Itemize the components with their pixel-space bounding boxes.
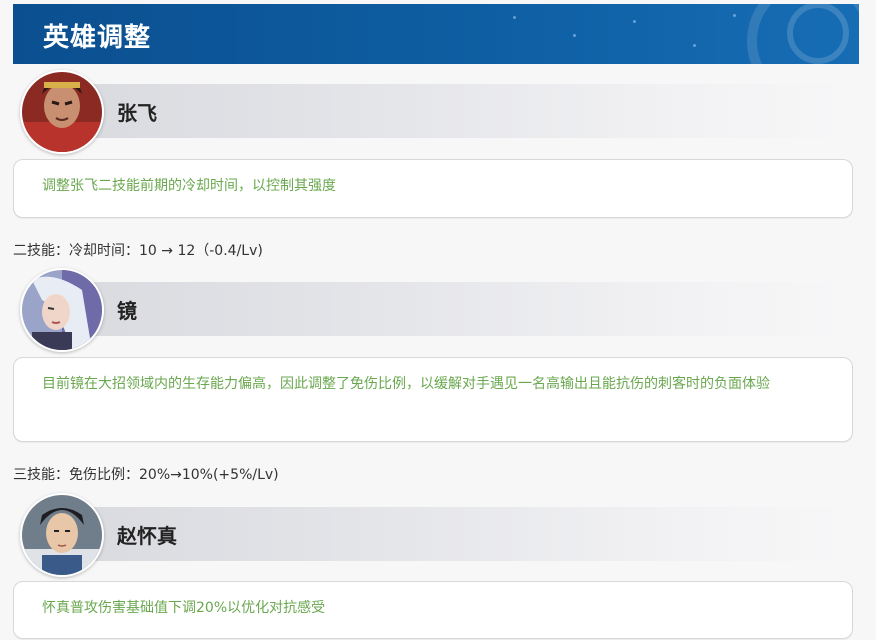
hero-description: 怀真普攻伤害基础值下调20%以优化对抗感受 [42, 600, 326, 616]
hero-name-bar [65, 84, 845, 138]
hero-card-zhaohuaizhen: 赵怀真 [20, 493, 860, 577]
hero-name: 张飞 [117, 101, 157, 125]
hero-avatar-zhaohuaizhen [20, 493, 104, 577]
section-header: 英雄调整 [13, 4, 859, 64]
hero-description-box: 怀真普攻伤害基础值下调20%以优化对抗感受 [13, 581, 853, 639]
hero-avatar-zhangfei [20, 70, 104, 154]
hero-description: 调整张飞二技能前期的冷却时间，以控制其强度 [42, 178, 336, 194]
hero-description-box: 调整张飞二技能前期的冷却时间，以控制其强度 [13, 159, 853, 218]
hero-name: 镜 [117, 299, 137, 323]
header-sparkle [573, 34, 576, 37]
hero-description-box: 目前镜在大招领域内的生存能力偏高，因此调整了免伤比例，以缓解对手遇见一名高输出且… [13, 357, 853, 442]
header-sparkle [733, 14, 736, 17]
hero-description: 目前镜在大招领域内的生存能力偏高，因此调整了免伤比例，以缓解对手遇见一名高输出且… [42, 376, 770, 392]
header-sparkle [693, 44, 696, 47]
header-sparkle [633, 20, 636, 23]
decorative-emblem-inner-icon [787, 4, 849, 64]
hero-name-bar [65, 282, 845, 336]
hero-name: 赵怀真 [117, 524, 177, 548]
page-title: 英雄调整 [43, 23, 152, 53]
skill-change-text: 三技能：免伤比例：20%→10%(+5%/Lv) [13, 467, 279, 483]
skill-change-text: 二技能：冷却时间：10 → 12（-0.4/Lv) [13, 243, 263, 259]
hero-card-jing: 镜 [20, 268, 860, 352]
hero-card-zhangfei: 张飞 [20, 70, 860, 154]
hero-name-bar [65, 507, 845, 561]
hero-avatar-jing [20, 268, 104, 352]
header-sparkle [513, 16, 516, 19]
